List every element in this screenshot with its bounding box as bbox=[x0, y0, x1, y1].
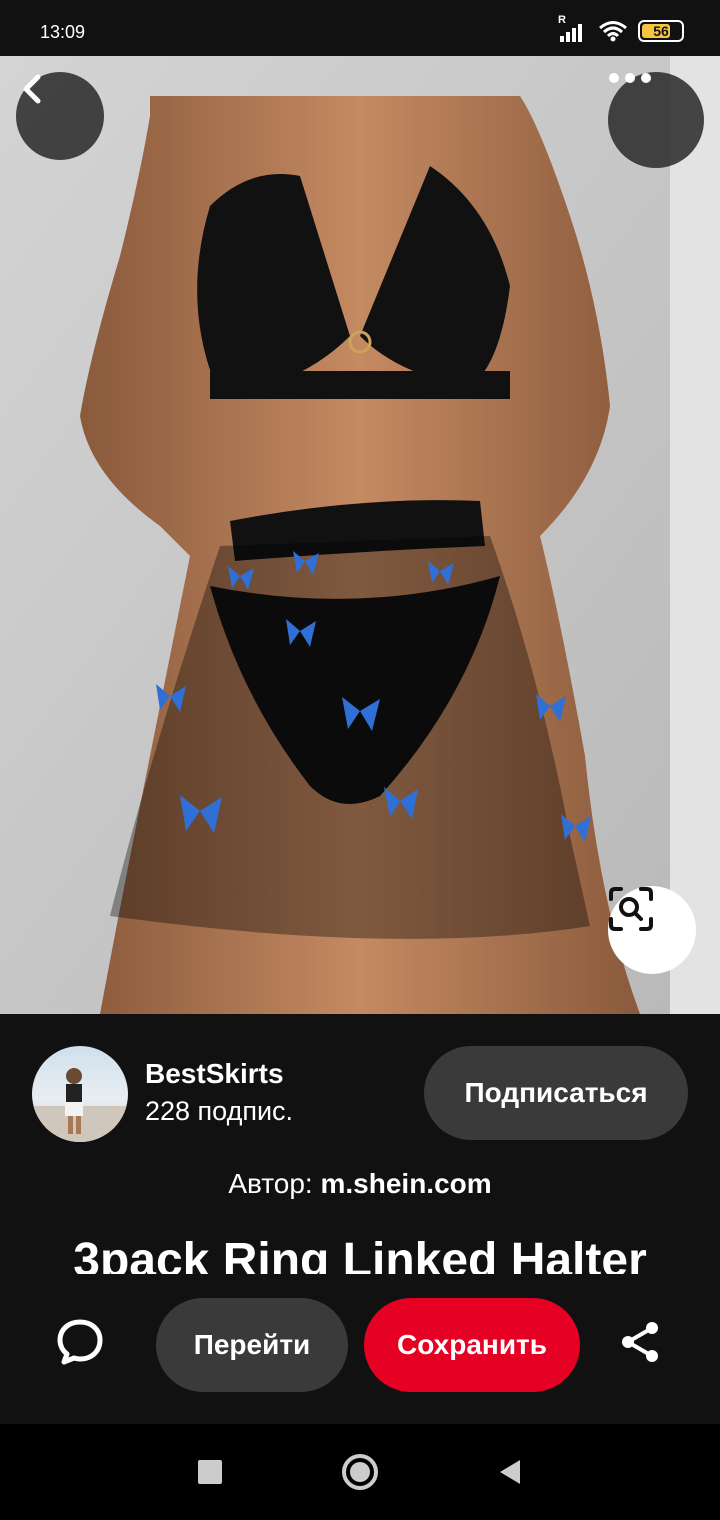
share-button[interactable] bbox=[600, 1302, 680, 1382]
home-button[interactable] bbox=[336, 1448, 384, 1496]
visual-search-icon bbox=[609, 887, 653, 931]
avatar[interactable] bbox=[32, 1046, 128, 1142]
action-bar: Перейти Сохранить bbox=[0, 1278, 720, 1424]
recents-button[interactable] bbox=[186, 1448, 234, 1496]
visual-search-button[interactable] bbox=[608, 886, 696, 974]
more-horizontal-icon bbox=[609, 73, 651, 83]
wifi-icon bbox=[599, 21, 627, 42]
pin-title-text: 3pack Ring Linked Halter bbox=[73, 1234, 647, 1274]
signal-roaming-label: R bbox=[558, 14, 566, 26]
pin-image-illustration bbox=[0, 56, 720, 1014]
circle-home-icon bbox=[342, 1454, 378, 1490]
system-back-button[interactable] bbox=[486, 1448, 534, 1496]
comment-icon bbox=[57, 1319, 103, 1365]
avatar-image bbox=[32, 1068, 128, 1142]
more-button[interactable] bbox=[608, 72, 704, 168]
status-time: 13:09 bbox=[40, 22, 86, 42]
system-nav-bar bbox=[0, 1424, 720, 1520]
creator-name[interactable]: BestSkirts bbox=[145, 1058, 284, 1090]
follower-count: 228 подпис. bbox=[145, 1096, 294, 1126]
save-button[interactable]: Сохранить bbox=[364, 1298, 580, 1392]
pin-image[interactable] bbox=[0, 56, 720, 1014]
battery-icon: 56 bbox=[638, 20, 684, 42]
square-recents-icon bbox=[198, 1460, 222, 1484]
signal-icon: R bbox=[558, 14, 588, 42]
status-icons: R 56 bbox=[558, 14, 684, 42]
back-button[interactable] bbox=[16, 72, 104, 160]
share-icon bbox=[622, 1322, 658, 1362]
battery-level: 56 bbox=[653, 23, 669, 39]
triangle-back-icon bbox=[500, 1460, 520, 1484]
source-link[interactable]: m.shein.com bbox=[320, 1168, 491, 1199]
go-button[interactable]: Перейти bbox=[156, 1298, 348, 1392]
source-prefix: Автор: bbox=[228, 1168, 321, 1199]
pin-title: 3pack Ring Linked Halter bbox=[0, 1230, 720, 1274]
source-line: Автор: m.shein.com bbox=[0, 1168, 720, 1200]
status-bar: 13:09 R 56 bbox=[0, 0, 720, 56]
comment-button[interactable] bbox=[40, 1302, 120, 1382]
subscribe-button[interactable]: Подписаться bbox=[424, 1046, 688, 1140]
chevron-left-icon bbox=[23, 74, 41, 104]
